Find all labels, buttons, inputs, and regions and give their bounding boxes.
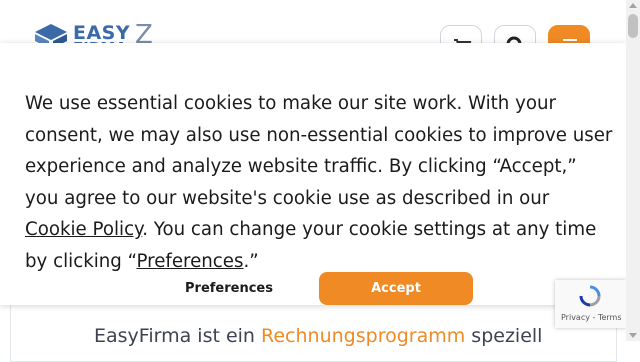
page-scrollbar[interactable]	[626, 0, 640, 341]
scroll-down-arrow-icon[interactable]	[629, 333, 637, 338]
recaptcha-links[interactable]: Privacy - Terms	[561, 313, 622, 322]
scroll-thumb[interactable]	[628, 14, 638, 38]
cookie-text-part-3: .”	[243, 250, 259, 272]
cookie-consent-text: We use essential cookies to make our sit…	[25, 88, 615, 278]
recaptcha-badge[interactable]: Privacy - Terms	[555, 280, 626, 328]
preferences-link[interactable]: Preferences	[137, 251, 244, 272]
cookie-policy-link[interactable]: Cookie Policy	[25, 219, 142, 240]
recaptcha-icon	[579, 285, 601, 307]
cookie-consent-banner: We use essential cookies to make our sit…	[0, 43, 626, 305]
accept-button[interactable]: Accept	[319, 272, 473, 305]
intro-paragraph: EasyFirma ist ein Rechnungsprogramm spez…	[94, 325, 542, 347]
intro-link[interactable]: Rechnungsprogramm	[261, 325, 465, 347]
cookie-text-part-1: We use essential cookies to make our sit…	[25, 93, 613, 209]
preferences-button[interactable]: Preferences	[170, 272, 288, 305]
intro-text-after: speziell	[465, 325, 543, 347]
scroll-up-arrow-icon[interactable]	[629, 3, 637, 8]
intro-text-before: EasyFirma ist ein	[94, 325, 262, 347]
